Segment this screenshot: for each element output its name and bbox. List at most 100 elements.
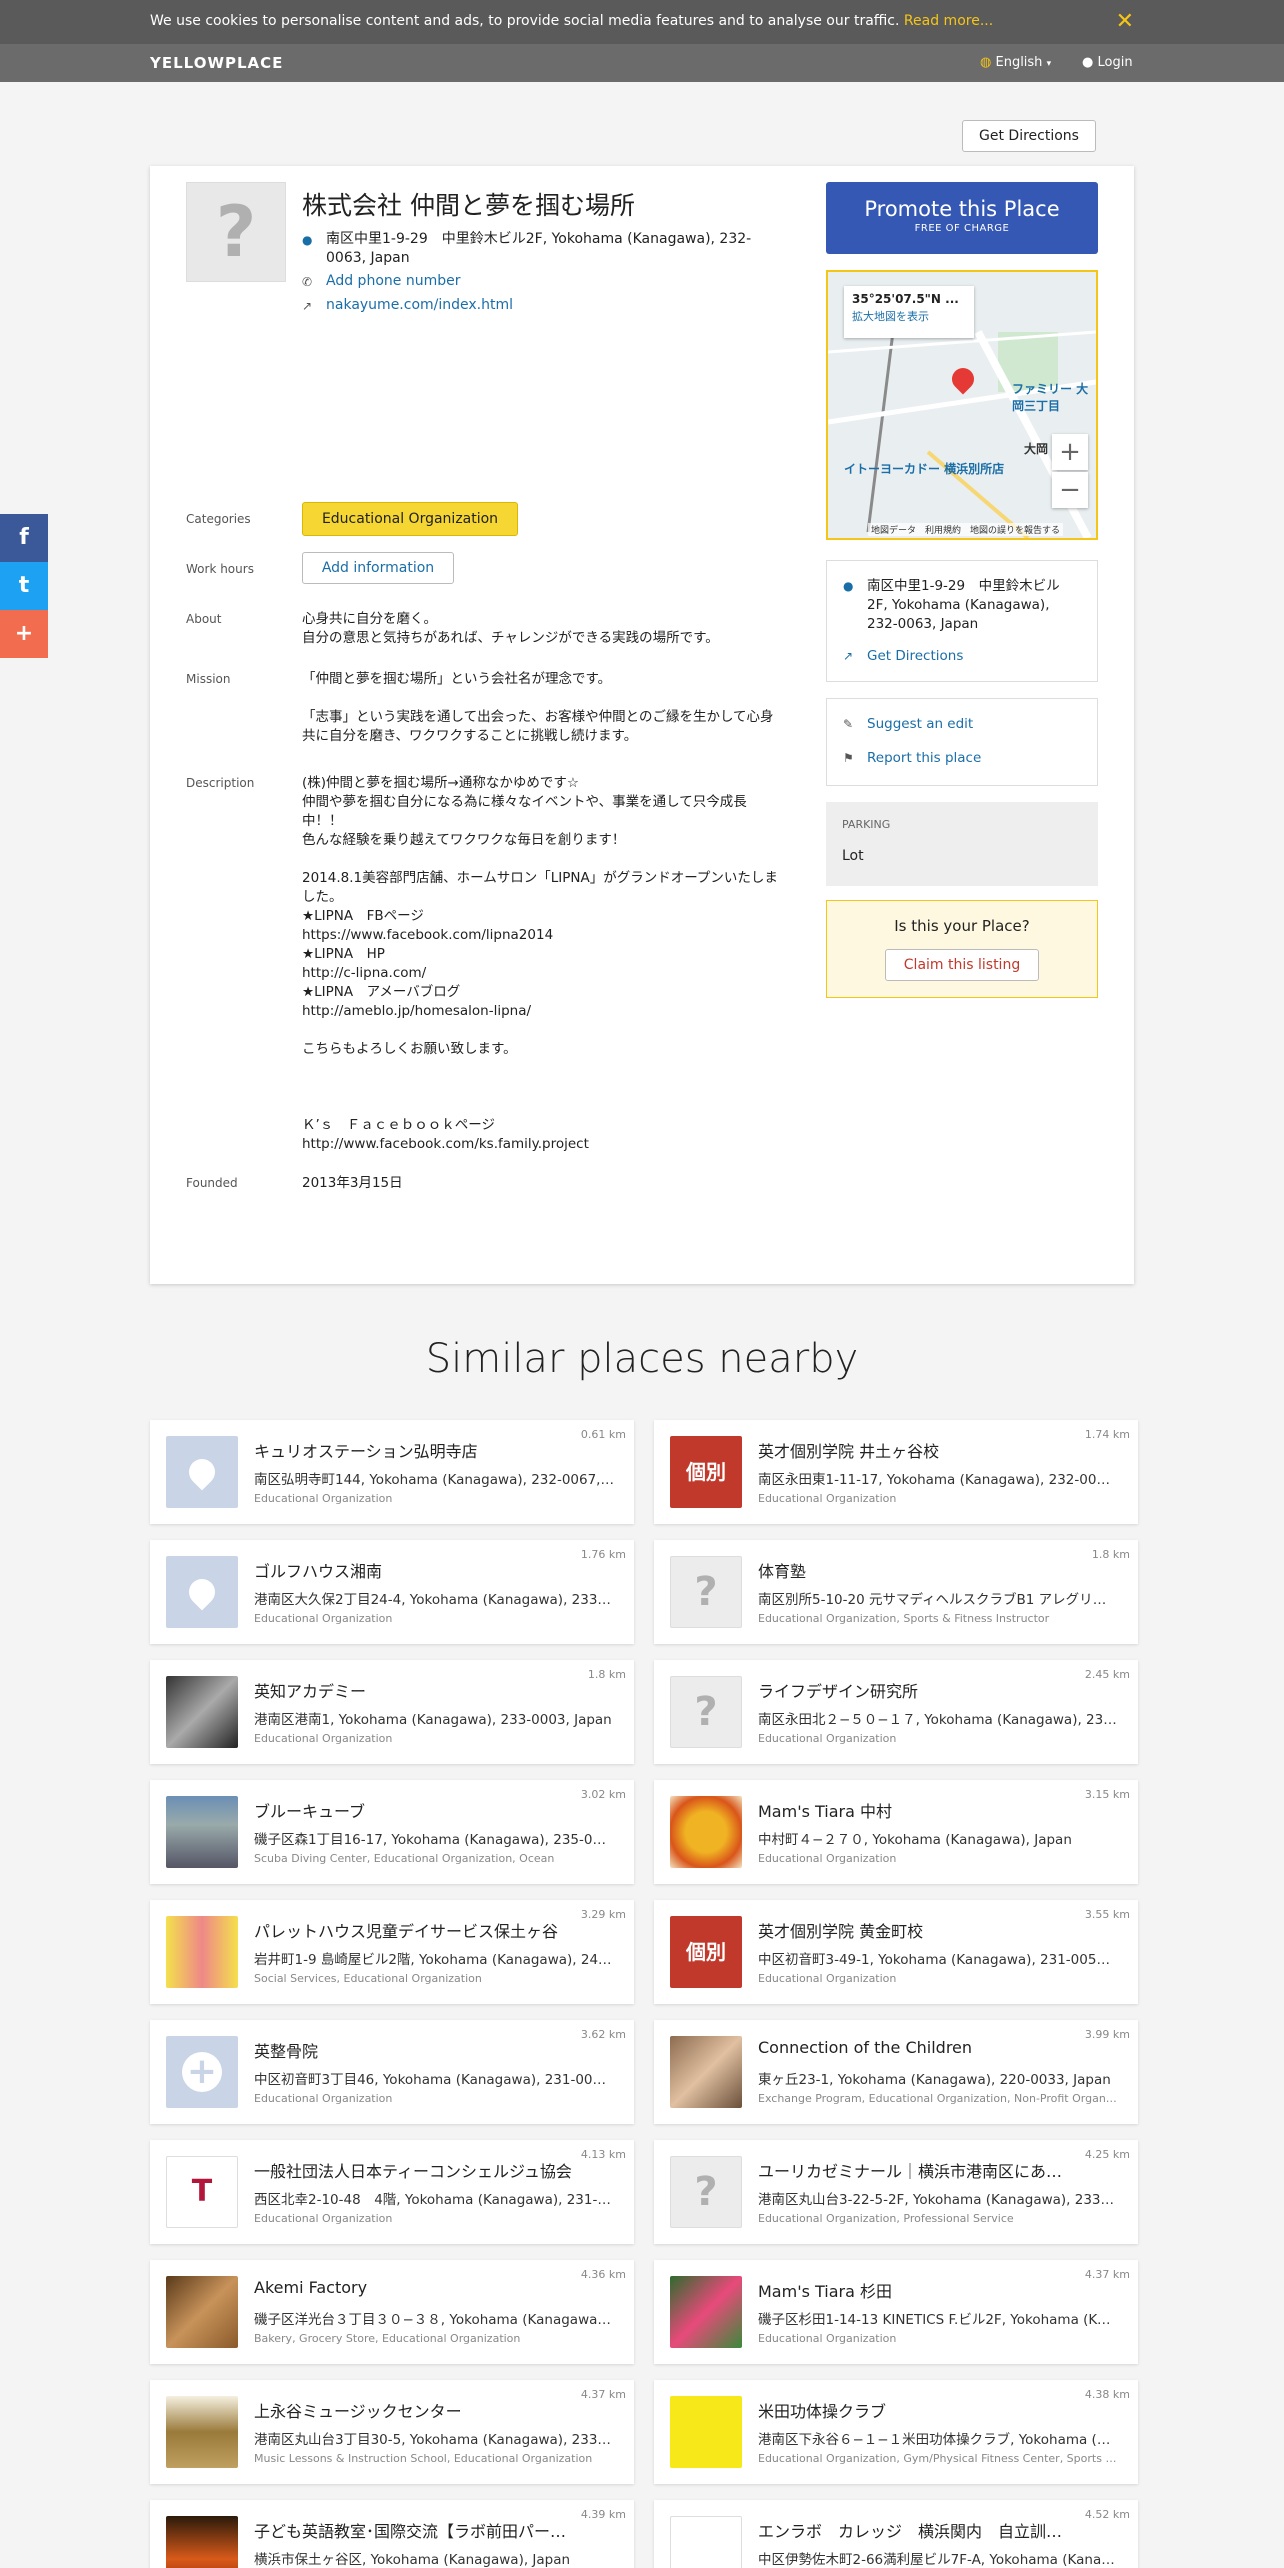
map-enlarge-link[interactable]: 拡大地図を表示: [852, 308, 966, 324]
place-name[interactable]: ユーリカゼミナール｜横浜市港南区にある学習塾: [758, 2158, 1078, 2182]
category-badge[interactable]: Educational Organization: [302, 502, 518, 536]
placeholder-image-icon: ?: [670, 2156, 742, 2228]
similar-place-card[interactable]: 3.02 km ブルーキューブ 磯子区森1丁目16-17, Yokohama (Ka…: [150, 1780, 634, 1884]
top-navbar: YELLOWPLACE ◍ English ▾ ● Login: [0, 44, 1284, 82]
zoom-in-button[interactable]: +: [1052, 434, 1088, 470]
place-categories: Educational Organization, Sports & Fitne…: [758, 1612, 1050, 1625]
map-label-shop: ファミリー 大岡三丁目: [1012, 382, 1089, 413]
place-name[interactable]: ライフデザイン研究所: [758, 1678, 1078, 1702]
website-link[interactable]: nakayume.com/index.html: [326, 296, 786, 315]
similar-place-card[interactable]: 4.37 km Mam's Tiara 杉田 磯子区杉田1-14-13 KINETI…: [654, 2260, 1138, 2364]
similar-place-card[interactable]: ? 1.8 km 体育塾 南区別所5-10-20 元サマディヘルスクラブB1 アレグリ…: [654, 1540, 1138, 1644]
similar-place-card[interactable]: 4.36 km Akemi Factory 磯子区洋光台３丁目３０−３８, Yoko…: [150, 2260, 634, 2364]
place-categories: Educational Organization: [758, 1492, 897, 1505]
place-thumbnail: [670, 2516, 742, 2568]
place-distance: 4.37 km: [1084, 2268, 1130, 2281]
similar-place-card[interactable]: +3.62 km 英整骨院 中区初音町3丁目46, Yokohama (Kanaga…: [150, 2020, 634, 2124]
sidebar-address-row: ● 南区中里1-9-29 中里鈴木ビル2F, Yokohama (Kanagaw…: [843, 577, 1083, 637]
place-name[interactable]: 英才個別学院 黄金町校: [758, 1918, 1078, 1942]
similar-place-card[interactable]: 3.99 km Connection of the Children 東ヶ丘23-1…: [654, 2020, 1138, 2124]
similar-place-card[interactable]: 個別 3.55 km 英才個別学院 黄金町校 中区初音町3-49-1, Yokoham…: [654, 1900, 1138, 2004]
zoom-out-button[interactable]: −: [1052, 472, 1088, 508]
place-name[interactable]: 米田功体操クラブ: [758, 2398, 1078, 2422]
place-name[interactable]: 英整骨院: [254, 2038, 574, 2062]
place-name[interactable]: Connection of the Children: [758, 2038, 1078, 2057]
place-thumbnail: [670, 2276, 742, 2348]
get-directions-button[interactable]: Get Directions: [962, 120, 1096, 152]
cookie-read-more-link[interactable]: Read more...: [904, 13, 993, 29]
place-thumbnail: [670, 2396, 742, 2468]
place-name[interactable]: Mam's Tiara 中村: [758, 1798, 1078, 1822]
place-name[interactable]: 英才個別学院 井土ヶ谷校: [758, 1438, 1078, 1462]
place-name[interactable]: 一般社団法人日本ティーコンシェルジュ協会: [254, 2158, 574, 2182]
place-photo-placeholder: ?: [186, 182, 286, 282]
similar-place-card[interactable]: 1.76 km ゴルフハウス湘南 港南区大久保2丁目24-4, Yokohama (…: [150, 1540, 634, 1644]
place-address: 磯子区洋光台３丁目３０−３８, Yokohama (Kanagawa), Jap…: [254, 2312, 614, 2328]
similar-place-card[interactable]: ? 2.45 km ライフデザイン研究所 南区永田北２−５０−１７, Yokohama…: [654, 1660, 1138, 1764]
mission-line: [302, 689, 797, 708]
sidebar-directions-link[interactable]: Get Directions: [867, 647, 963, 666]
place-distance: 0.61 km: [580, 1428, 626, 1441]
similar-place-card[interactable]: 4.38 km 米田功体操クラブ 港南区下永谷６−１−１米田功体操クラブ, Yoko…: [654, 2380, 1138, 2484]
flag-icon: ⚑: [843, 751, 854, 765]
place-categories: Educational Organization: [758, 1852, 897, 1865]
claim-question: Is this your Place?: [894, 917, 1030, 935]
place-address: 南区永田東1-11-17, Yokohama (Kanagawa), 232-0…: [758, 1472, 1118, 1488]
place-name[interactable]: Akemi Factory: [254, 2278, 574, 2297]
place-thumbnail: 個別: [670, 1916, 742, 1988]
globe-icon: ◍: [980, 55, 992, 70]
similar-place-card[interactable]: 4.39 km 子ども英語教室･国際交流【ラボ前田パーティ】 横浜市保土ヶ谷区, Y…: [150, 2500, 634, 2568]
similar-place-card[interactable]: 4.37 km 上永谷ミュージックセンター 港南区丸山台3丁目30-5, Yokoh…: [150, 2380, 634, 2484]
place-name[interactable]: 英知アカデミー: [254, 1678, 574, 1702]
more-share-icon[interactable]: +: [0, 610, 48, 658]
similar-place-card[interactable]: T 4.13 km 一般社団法人日本ティーコンシェルジュ協会 西区北幸2-10-48 …: [150, 2140, 634, 2244]
claim-listing-button[interactable]: Claim this listing: [885, 949, 1039, 981]
similar-place-card[interactable]: 4.52 km エンラボ カレッジ 横浜関内 自立訓練事業所 中区伊勢佐木町2-66…: [654, 2500, 1138, 2568]
suggest-edit-link[interactable]: Suggest an edit: [867, 715, 973, 734]
suggest-edit-row: ✎ Suggest an edit: [843, 715, 1083, 735]
language-selector[interactable]: ◍ English ▾: [980, 55, 1051, 70]
similar-place-card[interactable]: ? 4.25 km ユーリカゼミナール｜横浜市港南区にある学習塾 港南区丸山台3-22…: [654, 2140, 1138, 2244]
site-logo[interactable]: YELLOWPLACE: [150, 54, 283, 72]
description-line: (株)仲間と夢を掴む場所→通称なかゆめです☆: [302, 775, 579, 791]
place-address: 港南区港南1, Yokohama (Kanagawa), 233-0003, J…: [254, 1712, 612, 1728]
place-categories: Bakery, Grocery Store, Educational Organ…: [254, 2332, 521, 2345]
description-line: https://www.facebook.com/lipna2014: [302, 927, 554, 943]
promote-button[interactable]: Promote this Place FREE OF CHARGE: [826, 182, 1098, 254]
similar-place-card[interactable]: 個別 1.74 km 英才個別学院 井土ヶ谷校 南区永田東1-11-17, Yokoh…: [654, 1420, 1138, 1524]
login-label: Login: [1097, 55, 1133, 70]
place-address: 磯子区森1丁目16-17, Yokohama (Kanagawa), 235-0…: [254, 1832, 614, 1848]
similar-place-card[interactable]: 3.15 km Mam's Tiara 中村 中村町４−２７０, Yokohama …: [654, 1780, 1138, 1884]
description-line: [302, 1078, 797, 1097]
place-name[interactable]: ブルーキューブ: [254, 1798, 574, 1822]
place-name[interactable]: 上永谷ミュージックセンター: [254, 2398, 574, 2422]
similar-place-card[interactable]: 1.8 km 英知アカデミー 港南区港南1, Yokohama (Kanagawa)…: [150, 1660, 634, 1764]
place-name[interactable]: Mam's Tiara 杉田: [758, 2278, 1078, 2302]
add-information-button[interactable]: Add information: [302, 552, 454, 584]
similar-places-heading: Similar places nearby: [425, 1336, 859, 1382]
map-footer[interactable]: 地図データ 利用規約 地図の誤りを報告する: [868, 523, 1064, 536]
place-name[interactable]: 体育塾: [758, 1558, 1078, 1582]
report-link[interactable]: Report this place: [867, 749, 981, 768]
similar-place-card[interactable]: 3.29 km パレットハウス児童デイサービス保土ヶ谷 岩井町1-9 島崎屋ビル2階…: [150, 1900, 634, 2004]
twitter-share-icon[interactable]: t: [0, 562, 48, 610]
description-line: http://www.facebook.com/ks.family.projec…: [302, 1136, 589, 1152]
facebook-share-icon[interactable]: f: [0, 514, 48, 562]
login-link[interactable]: ● Login: [1082, 55, 1133, 70]
place-categories: Exchange Program, Educational Organizati…: [758, 2092, 1118, 2105]
add-phone-link[interactable]: Add phone number: [326, 272, 786, 291]
place-name[interactable]: エンラボ カレッジ 横浜関内 自立訓練事業所: [758, 2518, 1078, 2542]
place-thumbnail: [166, 2396, 238, 2468]
place-address: 中村町４−２７０, Yokohama (Kanagawa), Japan: [758, 1832, 1072, 1848]
map-widget[interactable]: 35°25'07.5"N ... 拡大地図を表示 イトーヨーカドー 横浜別所店 …: [826, 270, 1098, 540]
place-name[interactable]: ゴルフハウス湘南: [254, 1558, 574, 1582]
place-thumbnail: [670, 2036, 742, 2108]
place-name[interactable]: パレットハウス児童デイサービス保土ヶ谷: [254, 1918, 574, 1942]
place-name[interactable]: キュリオステーション弘明寺店: [254, 1438, 574, 1462]
place-name[interactable]: 子ども英語教室･国際交流【ラボ前田パーティ】: [254, 2518, 574, 2542]
place-distance: 4.25 km: [1084, 2148, 1130, 2161]
place-categories: Educational Organization: [254, 1492, 393, 1505]
close-icon[interactable]: ✕: [1116, 9, 1134, 34]
similar-place-card[interactable]: 0.61 km キュリオステーション弘明寺店 南区弘明寺町144, Yokohama…: [150, 1420, 634, 1524]
map-coordinate-popup: 35°25'07.5"N ... 拡大地図を表示: [844, 286, 974, 338]
